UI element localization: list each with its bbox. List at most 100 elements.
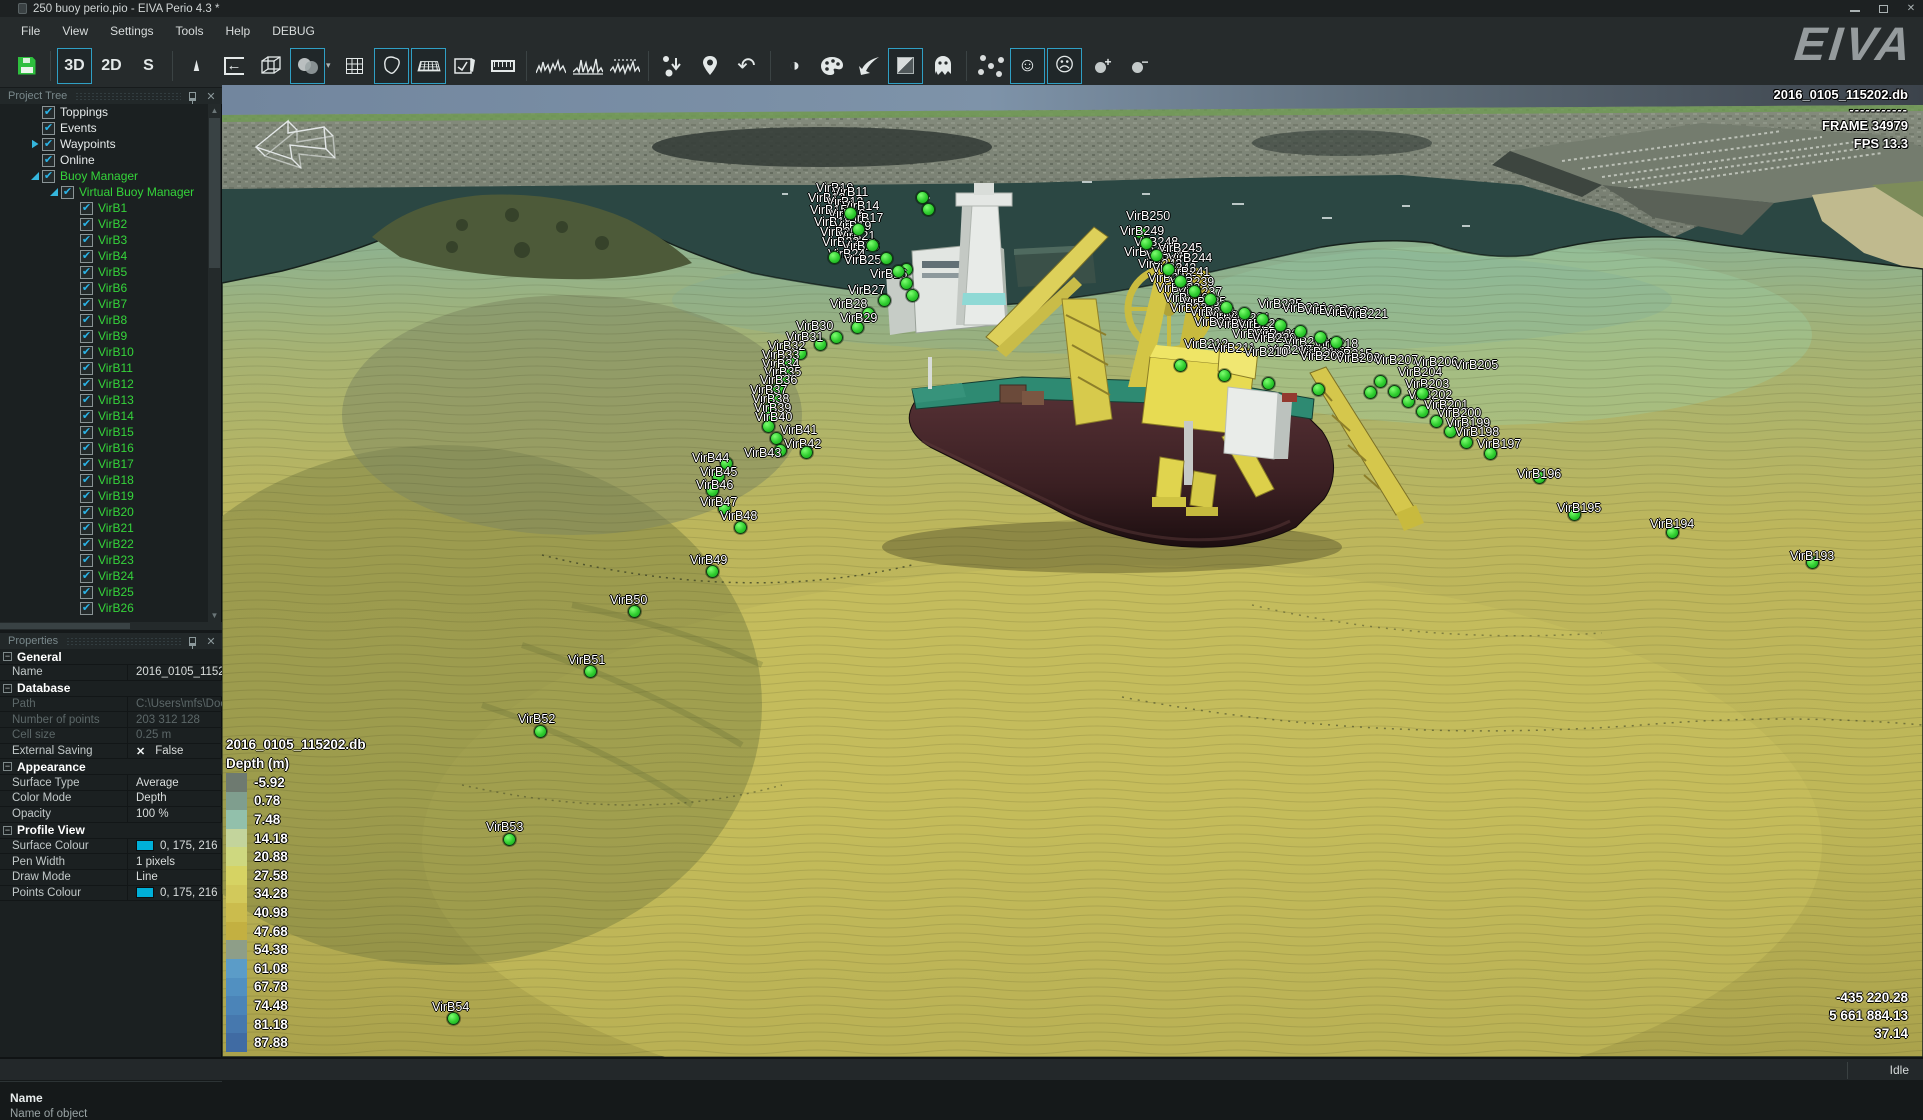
undo-button[interactable]: ↶ xyxy=(729,48,764,84)
buoy-marker-virb194[interactable] xyxy=(1666,526,1679,539)
buoy-marker[interactable] xyxy=(1416,387,1429,400)
checkbox[interactable]: ✔ xyxy=(80,218,93,231)
checkbox[interactable]: ✔ xyxy=(80,602,93,615)
property-row-points-colour[interactable]: Points Colour0, 175, 216 xyxy=(0,886,222,902)
pin-icon[interactable] xyxy=(189,637,196,646)
checkbox[interactable]: ✔ xyxy=(80,426,93,439)
buoy-marker-virb44[interactable] xyxy=(720,457,733,470)
tree-item-virb9[interactable]: ✔VirB9 xyxy=(0,328,207,344)
ruler-button[interactable] xyxy=(485,48,520,84)
location-pin-button[interactable] xyxy=(692,48,727,84)
close-panel-icon[interactable]: ✕ xyxy=(204,90,218,103)
buoy-marker-virb51[interactable] xyxy=(584,665,597,678)
property-row-cell-size[interactable]: Cell size0.25 m xyxy=(0,728,222,744)
buoy-marker-virb197[interactable] xyxy=(1484,447,1497,460)
checkbox[interactable]: ✔ xyxy=(80,266,93,279)
buoy-marker-virb43[interactable] xyxy=(800,446,813,459)
tree-item-buoy-manager[interactable]: ✔Buoy Manager xyxy=(0,168,207,184)
property-row-surface-colour[interactable]: Surface Colour0, 175, 216 xyxy=(0,839,222,855)
buoy-marker-virb52[interactable] xyxy=(534,725,547,738)
checkbox[interactable]: ✔ xyxy=(80,570,93,583)
tree-item-virb18[interactable]: ✔VirB18 xyxy=(0,472,207,488)
buoy-marker-virb40[interactable] xyxy=(762,420,775,433)
buoy-marker-virb47[interactable] xyxy=(718,502,731,515)
property-value[interactable]: Average xyxy=(128,775,222,790)
menu-item-settings[interactable]: Settings xyxy=(99,19,164,43)
property-row-draw-mode[interactable]: Draw ModeLine xyxy=(0,870,222,886)
buoy-marker[interactable] xyxy=(1220,301,1233,314)
checkbox[interactable]: ✔ xyxy=(42,138,55,151)
frowny-button[interactable]: ☹ xyxy=(1047,48,1082,84)
buoy-marker[interactable] xyxy=(844,207,857,220)
tree-item-virb13[interactable]: ✔VirB13 xyxy=(0,392,207,408)
checkbox[interactable]: ✔ xyxy=(42,154,55,167)
checkbox[interactable]: ✔ xyxy=(80,314,93,327)
tree-item-virb12[interactable]: ✔VirB12 xyxy=(0,376,207,392)
view-s-button[interactable]: S xyxy=(131,48,166,84)
buoy-marker-virb199[interactable] xyxy=(1444,425,1457,438)
ghost-button[interactable] xyxy=(925,48,960,84)
menu-item-debug[interactable]: DEBUG xyxy=(261,19,326,43)
buoy-marker[interactable] xyxy=(1274,319,1287,332)
property-value[interactable]: 100 % xyxy=(128,807,222,822)
buoy-marker-virb49[interactable] xyxy=(706,565,719,578)
property-value[interactable]: Depth xyxy=(128,791,222,806)
section-general[interactable]: −General xyxy=(0,649,222,665)
checkbox[interactable]: ✔ xyxy=(80,330,93,343)
seismic-profile-button[interactable] xyxy=(533,48,568,84)
checkbox[interactable]: ✔ xyxy=(80,474,93,487)
checkbox[interactable]: ✔ xyxy=(80,394,93,407)
buoy-marker[interactable] xyxy=(1140,237,1153,250)
buoy-marker-virb31[interactable] xyxy=(814,338,827,351)
buoy-marker-virb200[interactable] xyxy=(1430,415,1443,428)
buoy-marker-virb48[interactable] xyxy=(734,521,747,534)
checkbox[interactable]: ✔ xyxy=(80,234,93,247)
tree-item-virb19[interactable]: ✔VirB19 xyxy=(0,488,207,504)
property-row-path[interactable]: PathC:\Users\mfs\Documen xyxy=(0,697,222,713)
buoy-marker[interactable] xyxy=(1330,336,1343,349)
property-value[interactable]: Line xyxy=(128,870,222,885)
buoy-marker[interactable] xyxy=(828,251,841,264)
contrast-square-button[interactable] xyxy=(888,48,923,84)
checkbox[interactable]: ✔ xyxy=(80,506,93,519)
tree-horizontal-scrollbar[interactable] xyxy=(0,622,222,630)
buoy-marker[interactable] xyxy=(1150,249,1163,262)
tree-item-virb10[interactable]: ✔VirB10 xyxy=(0,344,207,360)
checkbox[interactable]: ✔ xyxy=(61,186,74,199)
checkbox[interactable]: ✔ xyxy=(80,586,93,599)
buoy-marker-virb50[interactable] xyxy=(628,605,641,618)
property-value[interactable]: 203 312 128 xyxy=(128,712,222,727)
cross-checkbox-icon[interactable]: ✕ xyxy=(136,745,145,758)
layers-circles-button[interactable] xyxy=(290,48,325,84)
buoy-marker[interactable] xyxy=(1294,325,1307,338)
buoy-marker[interactable] xyxy=(922,203,935,216)
tree-item-virb2[interactable]: ✔VirB2 xyxy=(0,216,207,232)
layers-dropdown-button[interactable]: ▾ xyxy=(326,48,336,84)
property-value[interactable]: 0.25 m xyxy=(128,728,222,743)
palette-button[interactable] xyxy=(814,48,849,84)
import-surface-button[interactable] xyxy=(851,48,886,84)
buoy-marker[interactable] xyxy=(892,265,905,278)
close-panel-icon[interactable]: ✕ xyxy=(204,635,218,648)
buoy-marker-virb45[interactable] xyxy=(712,470,725,483)
property-value[interactable]: ✕False xyxy=(128,744,222,759)
seismic-profile-2-button[interactable] xyxy=(570,48,605,84)
checkbox[interactable]: ✔ xyxy=(80,458,93,471)
buoy-marker-virb198[interactable] xyxy=(1460,436,1473,449)
viewport-3d[interactable]: VirB26VirB27VirB28VirB29VirB30VirB31VirB… xyxy=(222,85,1923,1057)
geo-map-button[interactable] xyxy=(374,48,409,84)
tree-item-virb4[interactable]: ✔VirB4 xyxy=(0,248,207,264)
collapse-icon[interactable]: − xyxy=(3,684,12,693)
menu-item-tools[interactable]: Tools xyxy=(165,19,215,43)
buoy-marker-virb29[interactable] xyxy=(851,321,864,334)
minimize-button[interactable] xyxy=(1849,3,1861,15)
tree-item-virb20[interactable]: ✔VirB20 xyxy=(0,504,207,520)
brightness-button[interactable]: ◑ xyxy=(777,48,812,84)
buoy-marker[interactable] xyxy=(1218,369,1231,382)
color-swatch[interactable] xyxy=(136,887,154,898)
save-button[interactable] xyxy=(9,48,44,84)
checkbox[interactable]: ✔ xyxy=(80,378,93,391)
tree-item-virb25[interactable]: ✔VirB25 xyxy=(0,584,207,600)
profile-edit-button[interactable] xyxy=(448,48,483,84)
chevron-collapsed-icon[interactable] xyxy=(28,140,42,149)
